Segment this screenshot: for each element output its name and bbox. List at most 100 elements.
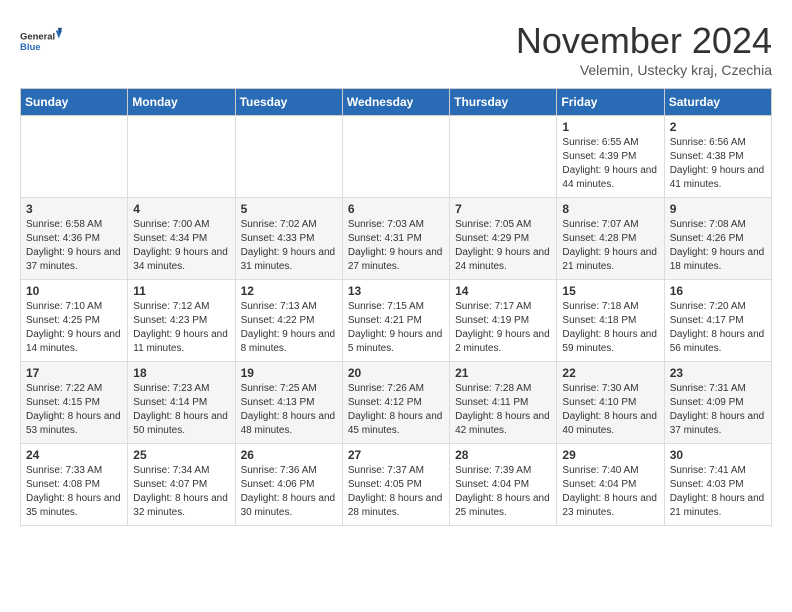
day-number: 11 [133,284,229,298]
calendar-cell [21,116,128,198]
day-info: Sunrise: 7:10 AM Sunset: 4:25 PM Dayligh… [26,300,122,356]
day-info: Sunrise: 7:00 AM Sunset: 4:34 PM Dayligh… [133,218,229,274]
logo: General Blue [20,20,62,62]
calendar-cell: 24 Sunrise: 7:33 AM Sunset: 4:08 PM Dayli… [21,444,128,526]
calendar-cell: 26 Sunrise: 7:36 AM Sunset: 4:06 PM Dayli… [235,444,342,526]
calendar-cell: 21 Sunrise: 7:28 AM Sunset: 4:11 PM Dayli… [450,362,557,444]
day-info: Sunrise: 7:40 AM Sunset: 4:04 PM Dayligh… [562,464,658,520]
day-number: 24 [26,448,122,462]
day-number: 27 [348,448,444,462]
day-info: Sunrise: 7:15 AM Sunset: 4:21 PM Dayligh… [348,300,444,356]
location-subtitle: Velemin, Ustecky kraj, Czechia [516,62,772,78]
calendar-cell: 22 Sunrise: 7:30 AM Sunset: 4:10 PM Dayli… [557,362,664,444]
calendar-cell: 17 Sunrise: 7:22 AM Sunset: 4:15 PM Dayli… [21,362,128,444]
day-info: Sunrise: 7:28 AM Sunset: 4:11 PM Dayligh… [455,382,551,438]
day-number: 23 [670,366,766,380]
day-info: Sunrise: 7:39 AM Sunset: 4:04 PM Dayligh… [455,464,551,520]
calendar-cell [450,116,557,198]
day-info: Sunrise: 7:18 AM Sunset: 4:18 PM Dayligh… [562,300,658,356]
day-info: Sunrise: 7:08 AM Sunset: 4:26 PM Dayligh… [670,218,766,274]
day-number: 7 [455,202,551,216]
day-number: 18 [133,366,229,380]
calendar-cell [128,116,235,198]
calendar-cell: 27 Sunrise: 7:37 AM Sunset: 4:05 PM Dayli… [342,444,449,526]
calendar-cell: 20Sunrise: 7:26 AM Sunset: 4:12 PM Dayli… [342,362,449,444]
week-row-3: 10Sunrise: 7:10 AM Sunset: 4:25 PM Dayli… [21,280,772,362]
day-number: 20 [348,366,444,380]
day-number: 14 [455,284,551,298]
svg-text:Blue: Blue [20,42,40,53]
day-info: Sunrise: 7:13 AM Sunset: 4:22 PM Dayligh… [241,300,337,356]
day-number: 9 [670,202,766,216]
calendar-cell [342,116,449,198]
day-info: Sunrise: 7:03 AM Sunset: 4:31 PM Dayligh… [348,218,444,274]
header-row: SundayMondayTuesdayWednesdayThursdayFrid… [21,89,772,116]
week-row-1: 1Sunrise: 6:55 AM Sunset: 4:39 PM Daylig… [21,116,772,198]
calendar-cell: 1Sunrise: 6:55 AM Sunset: 4:39 PM Daylig… [557,116,664,198]
calendar-cell: 2 Sunrise: 6:56 AM Sunset: 4:38 PM Daylig… [664,116,771,198]
calendar-cell: 15 Sunrise: 7:18 AM Sunset: 4:18 PM Dayli… [557,280,664,362]
day-info: Sunrise: 7:31 AM Sunset: 4:09 PM Dayligh… [670,382,766,438]
week-row-5: 24 Sunrise: 7:33 AM Sunset: 4:08 PM Dayli… [21,444,772,526]
day-info: Sunrise: 6:56 AM Sunset: 4:38 PM Dayligh… [670,136,766,192]
day-number: 26 [241,448,337,462]
calendar-cell: 4 Sunrise: 7:00 AM Sunset: 4:34 PM Daylig… [128,198,235,280]
calendar-cell: 23 Sunrise: 7:31 AM Sunset: 4:09 PM Dayli… [664,362,771,444]
day-info: Sunrise: 7:34 AM Sunset: 4:07 PM Dayligh… [133,464,229,520]
day-info: Sunrise: 7:22 AM Sunset: 4:15 PM Dayligh… [26,382,122,438]
month-title: November 2024 [516,20,772,62]
calendar-cell: 7Sunrise: 7:05 AM Sunset: 4:29 PM Daylig… [450,198,557,280]
calendar-cell: 5 Sunrise: 7:02 AM Sunset: 4:33 PM Daylig… [235,198,342,280]
day-info: Sunrise: 6:58 AM Sunset: 4:36 PM Dayligh… [26,218,122,274]
day-number: 12 [241,284,337,298]
day-info: Sunrise: 6:55 AM Sunset: 4:39 PM Dayligh… [562,136,658,192]
day-number: 17 [26,366,122,380]
day-info: Sunrise: 7:30 AM Sunset: 4:10 PM Dayligh… [562,382,658,438]
calendar-cell: 9 Sunrise: 7:08 AM Sunset: 4:26 PM Daylig… [664,198,771,280]
day-number: 13 [348,284,444,298]
day-number: 6 [348,202,444,216]
calendar-cell: 10Sunrise: 7:10 AM Sunset: 4:25 PM Dayli… [21,280,128,362]
day-number: 8 [562,202,658,216]
header-monday: Monday [128,89,235,116]
day-info: Sunrise: 7:37 AM Sunset: 4:05 PM Dayligh… [348,464,444,520]
day-number: 4 [133,202,229,216]
day-number: 16 [670,284,766,298]
logo-icon: General Blue [20,20,62,62]
header-sunday: Sunday [21,89,128,116]
day-info: Sunrise: 7:07 AM Sunset: 4:28 PM Dayligh… [562,218,658,274]
week-row-4: 17 Sunrise: 7:22 AM Sunset: 4:15 PM Dayli… [21,362,772,444]
page-header: General Blue November 2024 Velemin, Uste… [20,20,772,78]
header-tuesday: Tuesday [235,89,342,116]
day-number: 22 [562,366,658,380]
svg-text:General: General [20,31,55,42]
calendar-cell: 8 Sunrise: 7:07 AM Sunset: 4:28 PM Daylig… [557,198,664,280]
day-info: Sunrise: 7:41 AM Sunset: 4:03 PM Dayligh… [670,464,766,520]
day-info: Sunrise: 7:17 AM Sunset: 4:19 PM Dayligh… [455,300,551,356]
day-number: 25 [133,448,229,462]
day-info: Sunrise: 7:02 AM Sunset: 4:33 PM Dayligh… [241,218,337,274]
header-thursday: Thursday [450,89,557,116]
day-number: 21 [455,366,551,380]
day-number: 30 [670,448,766,462]
day-number: 29 [562,448,658,462]
day-info: Sunrise: 7:12 AM Sunset: 4:23 PM Dayligh… [133,300,229,356]
calendar-cell: 11 Sunrise: 7:12 AM Sunset: 4:23 PM Dayli… [128,280,235,362]
header-friday: Friday [557,89,664,116]
calendar-cell [235,116,342,198]
calendar-cell: 14 Sunrise: 7:17 AM Sunset: 4:19 PM Dayli… [450,280,557,362]
week-row-2: 3Sunrise: 6:58 AM Sunset: 4:36 PM Daylig… [21,198,772,280]
calendar-cell: 30 Sunrise: 7:41 AM Sunset: 4:03 PM Dayli… [664,444,771,526]
calendar-cell: 3Sunrise: 6:58 AM Sunset: 4:36 PM Daylig… [21,198,128,280]
day-info: Sunrise: 7:33 AM Sunset: 4:08 PM Dayligh… [26,464,122,520]
calendar-cell: 29 Sunrise: 7:40 AM Sunset: 4:04 PM Dayli… [557,444,664,526]
day-number: 5 [241,202,337,216]
day-number: 2 [670,120,766,134]
calendar-cell: 13 Sunrise: 7:15 AM Sunset: 4:21 PM Dayli… [342,280,449,362]
day-info: Sunrise: 7:20 AM Sunset: 4:17 PM Dayligh… [670,300,766,356]
calendar-cell: 25 Sunrise: 7:34 AM Sunset: 4:07 PM Dayli… [128,444,235,526]
day-number: 15 [562,284,658,298]
day-info: Sunrise: 7:36 AM Sunset: 4:06 PM Dayligh… [241,464,337,520]
calendar-cell: 18Sunrise: 7:23 AM Sunset: 4:14 PM Dayli… [128,362,235,444]
calendar-cell: 16 Sunrise: 7:20 AM Sunset: 4:17 PM Dayli… [664,280,771,362]
